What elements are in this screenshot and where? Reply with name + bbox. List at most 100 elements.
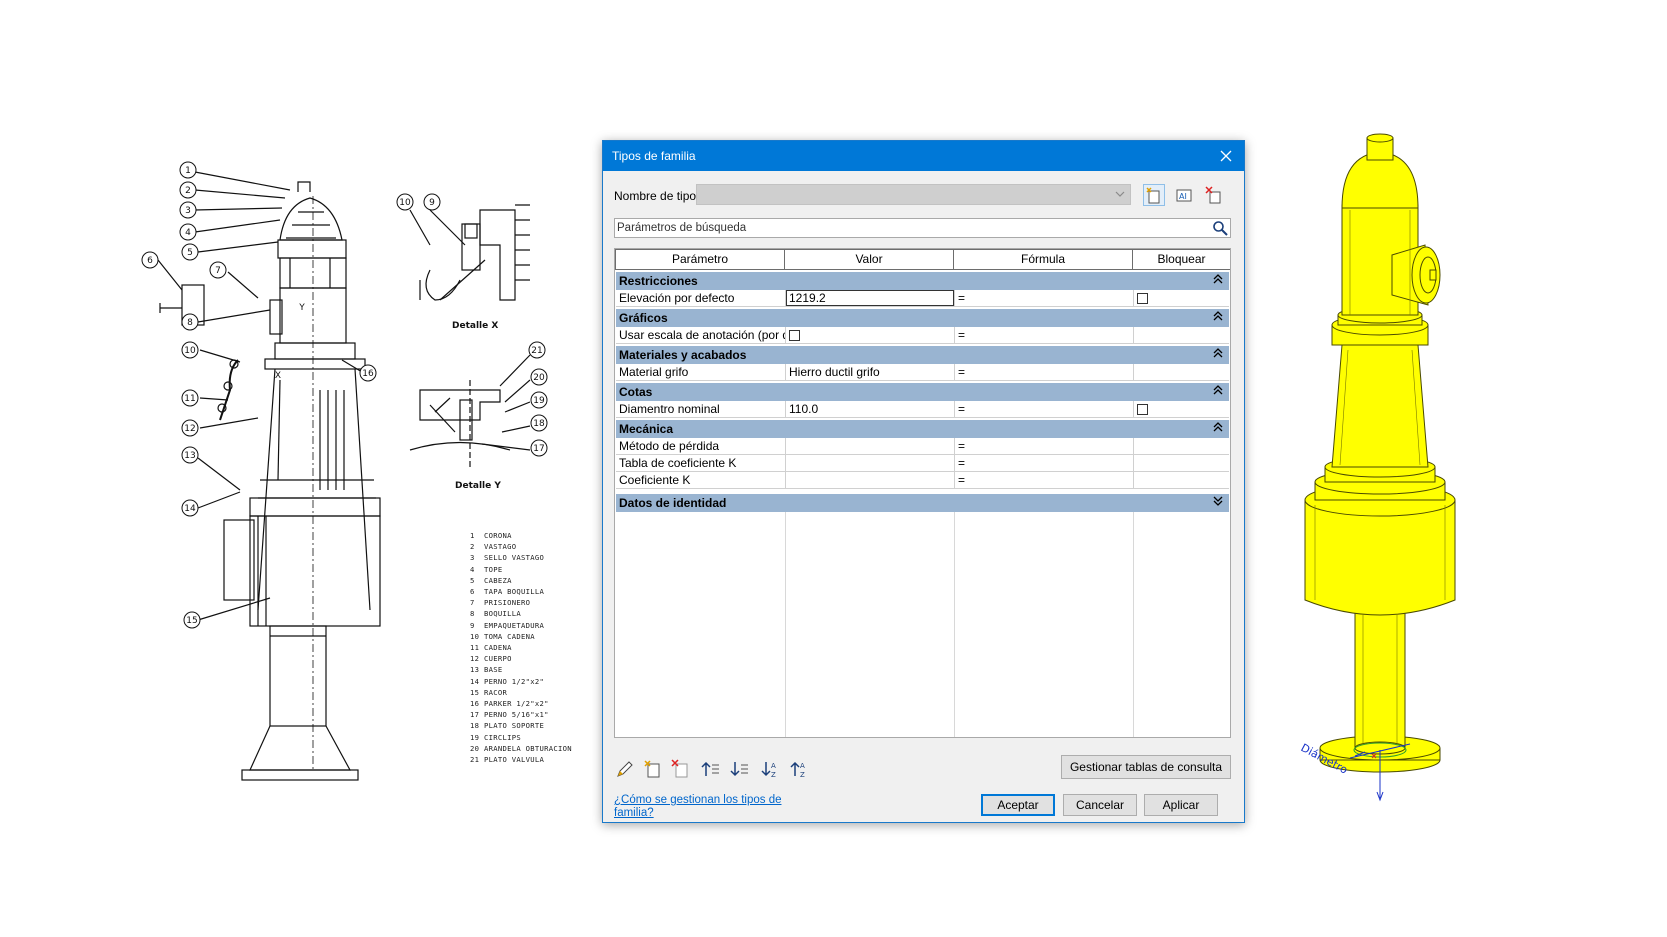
value-cell[interactable] xyxy=(786,438,955,455)
delete-type-icon xyxy=(1205,186,1221,204)
callout-label: Y xyxy=(298,303,305,313)
group-header-cotas[interactable]: Cotas xyxy=(616,383,1229,401)
sort-ascending-button[interactable]: AZ xyxy=(760,758,782,780)
search-input[interactable] xyxy=(617,220,1202,236)
type-name-dropdown[interactable] xyxy=(696,184,1131,205)
cancel-button[interactable]: Cancelar xyxy=(1063,794,1137,816)
collapse-up-icon[interactable] xyxy=(1213,310,1223,322)
collapse-up-icon[interactable] xyxy=(1213,384,1223,396)
sort-descending-button[interactable]: AZ xyxy=(789,758,811,780)
apply-button[interactable]: Aplicar xyxy=(1144,794,1218,816)
group-title: Restricciones xyxy=(619,274,698,288)
parameter-name: Material grifo xyxy=(616,364,786,381)
legend-item: 7 PRISIONERO xyxy=(470,598,531,608)
move-parameter-down-icon xyxy=(730,762,748,777)
callout-label: 21 xyxy=(531,346,542,356)
callout-label: 12 xyxy=(184,424,195,434)
formula-cell[interactable]: = xyxy=(955,455,1134,472)
value-cell[interactable]: Hierro ductil grifo xyxy=(786,364,955,381)
value-cell[interactable] xyxy=(786,327,955,344)
callout-label: 6 xyxy=(147,256,153,266)
lock-cell xyxy=(1134,472,1229,489)
lock-cell[interactable] xyxy=(1134,401,1229,418)
group-header-restricciones[interactable]: Restricciones xyxy=(616,272,1229,290)
lock-cell xyxy=(1134,327,1229,344)
formula-cell[interactable]: = xyxy=(955,327,1134,344)
dialog-title: Tipos de familia xyxy=(612,149,696,163)
parameters-grid: Parámetro Valor Fórmula Bloquear Restric… xyxy=(614,248,1231,738)
move-parameter-up-icon xyxy=(701,761,719,776)
callout-label: 4 xyxy=(185,228,191,238)
formula-cell[interactable]: = xyxy=(955,401,1134,418)
parameter-row: Material grifo Hierro ductil grifo = xyxy=(616,364,1229,381)
delete-parameter-button[interactable] xyxy=(670,758,692,780)
column-header-formula[interactable]: Fórmula xyxy=(953,249,1133,270)
svg-text:AI: AI xyxy=(1179,192,1187,201)
formula-cell[interactable]: = xyxy=(955,364,1134,381)
group-title: Mecánica xyxy=(619,422,674,436)
manage-lookup-tables-button[interactable]: Gestionar tablas de consulta xyxy=(1061,755,1231,779)
group-header-graficos[interactable]: Gráficos xyxy=(616,309,1229,327)
callout-label: 17 xyxy=(533,444,544,454)
lock-checkbox[interactable] xyxy=(1137,293,1148,304)
column-header-value[interactable]: Valor xyxy=(784,249,954,270)
svg-text:Z: Z xyxy=(771,771,776,779)
legend-item: 21 PLATO VALVULA xyxy=(470,755,545,765)
value-cell[interactable] xyxy=(786,455,955,472)
search-icon[interactable] xyxy=(1212,220,1228,236)
edit-parameter-icon xyxy=(617,761,633,777)
rename-type-button[interactable]: AI xyxy=(1173,184,1195,206)
dialog-titlebar[interactable]: Tipos de familia xyxy=(603,141,1244,171)
move-up-button[interactable] xyxy=(700,758,722,780)
column-header-parameter[interactable]: Parámetro xyxy=(615,249,785,270)
value-cell[interactable]: 1219.2 xyxy=(786,290,955,307)
legend-item: 20 ARANDELA OBTURACION xyxy=(470,743,572,753)
parameter-name: Coeficiente K xyxy=(616,472,786,489)
value-checkbox[interactable] xyxy=(789,330,800,341)
detail-y-caption: Detalle Y xyxy=(455,481,501,491)
help-link[interactable]: ¿Cómo se gestionan los tipos de familia? xyxy=(614,794,794,820)
delete-type-button[interactable] xyxy=(1203,184,1225,206)
new-parameter-button[interactable] xyxy=(642,758,664,780)
formula-cell[interactable]: = xyxy=(955,472,1134,489)
collapse-up-icon[interactable] xyxy=(1213,347,1223,359)
close-button[interactable] xyxy=(1208,141,1244,171)
parameter-row: Método de pérdida = xyxy=(616,438,1229,455)
callout-label: 2 xyxy=(185,186,191,196)
callout-label: 18 xyxy=(533,419,545,429)
value-input[interactable]: 1219.2 xyxy=(786,290,954,306)
lock-checkbox[interactable] xyxy=(1137,404,1148,415)
expand-down-icon[interactable] xyxy=(1213,495,1223,507)
parameter-name: Diamentro nominal xyxy=(616,401,786,418)
legend-item: 13 BASE xyxy=(470,665,503,675)
sort-descending-icon: AZ xyxy=(790,761,805,779)
callout-label: 15 xyxy=(186,616,197,626)
column-header-lock[interactable]: Bloquear xyxy=(1132,249,1230,270)
callout-label: 20 xyxy=(533,373,545,383)
new-type-button[interactable] xyxy=(1143,184,1165,206)
group-header-mecanica[interactable]: Mecánica xyxy=(616,420,1229,438)
parameter-row: Elevación por defecto 1219.2 = xyxy=(616,290,1229,307)
parameter-row: Tabla de coeficiente K = xyxy=(616,455,1229,472)
callout-label: 10 xyxy=(399,198,411,208)
formula-cell[interactable]: = xyxy=(955,290,1134,307)
group-header-materiales[interactable]: Materiales y acabados xyxy=(616,346,1229,364)
callout-label: 19 xyxy=(533,396,545,406)
collapse-up-icon[interactable] xyxy=(1213,273,1223,285)
value-cell[interactable]: 110.0 xyxy=(786,401,955,418)
rename-type-icon: AI xyxy=(1176,189,1192,202)
lock-cell xyxy=(1134,438,1229,455)
group-header-datos-identidad[interactable]: Datos de identidad xyxy=(616,494,1229,512)
collapse-up-icon[interactable] xyxy=(1213,421,1223,433)
value-cell[interactable] xyxy=(786,472,955,489)
ok-button[interactable]: Aceptar xyxy=(981,794,1055,816)
legend-item: 1 CORONA xyxy=(470,531,512,540)
lock-cell xyxy=(1134,364,1229,381)
lock-cell[interactable] xyxy=(1134,290,1229,307)
legend-item: 17 PERNO 5/16"x1" xyxy=(470,710,549,720)
move-down-button[interactable] xyxy=(729,758,751,780)
formula-cell[interactable]: = xyxy=(955,438,1134,455)
search-parameters-box[interactable] xyxy=(614,218,1231,238)
edit-parameter-button[interactable] xyxy=(614,758,636,780)
group-title: Datos de identidad xyxy=(619,496,727,510)
